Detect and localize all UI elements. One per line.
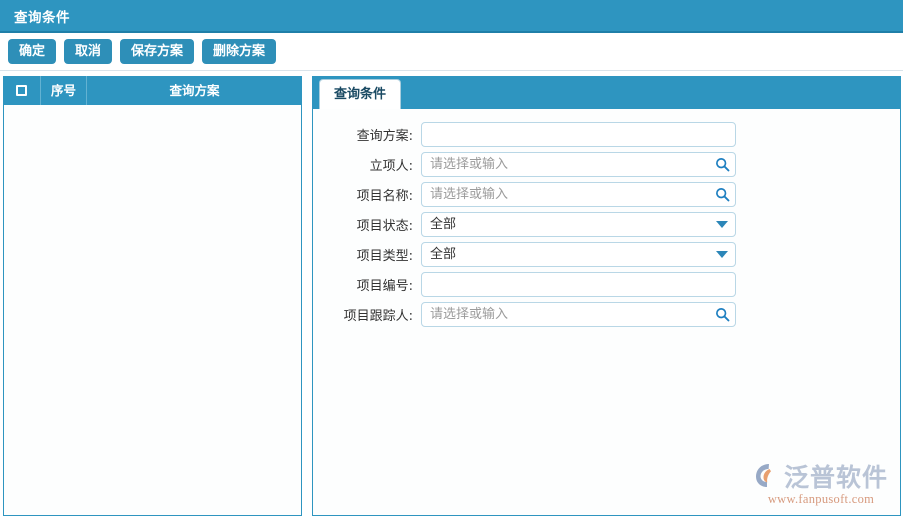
query-scheme-field-label: 查询方案: (323, 125, 421, 144)
form-row: 项目名称:请选择或输入 (313, 179, 900, 209)
scheme-list-panel: 序号 查询方案 (3, 76, 302, 516)
cancel-button[interactable]: 取消 (64, 39, 112, 64)
scheme-list-header: 序号 查询方案 (3, 76, 302, 105)
project-name-field-value[interactable]: 请选择或输入 (422, 183, 709, 206)
select-all-checkbox[interactable] (16, 85, 27, 96)
tab-query-condition[interactable]: 查询条件 (319, 79, 401, 109)
project-type-select-value[interactable]: 全部 (422, 243, 709, 266)
watermark-url-text: www.fanpusoft.com (754, 492, 888, 507)
fanpu-logo-icon (754, 462, 784, 493)
project-code-field[interactable] (421, 272, 736, 297)
project-tracker-field-label: 项目跟踪人: (323, 305, 421, 324)
initiator-field-label: 立项人: (323, 155, 421, 174)
scheme-list-body[interactable] (3, 105, 302, 516)
initiator-field-value[interactable]: 请选择或输入 (422, 153, 709, 176)
watermark-brand-text: 泛普软件 (784, 464, 888, 492)
page-title: 查询条件 (14, 6, 70, 26)
chevron-down-icon[interactable] (709, 251, 735, 258)
form-row: 查询方案: (313, 119, 900, 149)
search-icon[interactable] (709, 307, 735, 322)
search-icon[interactable] (709, 157, 735, 172)
form-row: 项目状态:全部 (313, 209, 900, 239)
project-name-field-label: 项目名称: (323, 185, 421, 204)
chevron-down-icon[interactable] (709, 221, 735, 228)
query-condition-form: 查询方案:立项人:请选择或输入项目名称:请选择或输入项目状态:全部项目类型:全部… (313, 109, 900, 515)
project-code-field-label: 项目编号: (323, 275, 421, 294)
form-row: 立项人:请选择或输入 (313, 149, 900, 179)
window-titlebar: 查询条件 (0, 0, 903, 33)
column-header-index: 序号 (41, 76, 87, 105)
toolbar: 确定取消保存方案删除方案 (0, 33, 903, 71)
search-icon[interactable] (709, 187, 735, 202)
save-scheme-button[interactable]: 保存方案 (120, 39, 194, 64)
watermark-brand-row: 泛普软件 (754, 462, 888, 493)
query-condition-panel: 查询条件 查询方案:立项人:请选择或输入项目名称:请选择或输入项目状态:全部项目… (312, 76, 901, 516)
select-all-cell (3, 76, 41, 105)
project-type-select[interactable]: 全部 (421, 242, 736, 267)
project-type-select-label: 项目类型: (323, 245, 421, 264)
initiator-field[interactable]: 请选择或输入 (421, 152, 736, 177)
project-status-select[interactable]: 全部 (421, 212, 736, 237)
column-header-scheme: 查询方案 (87, 76, 302, 105)
form-row: 项目编号: (313, 269, 900, 299)
delete-scheme-button[interactable]: 删除方案 (202, 39, 276, 64)
tabstrip: 查询条件 (313, 76, 900, 109)
project-status-select-value[interactable]: 全部 (422, 213, 709, 236)
project-status-select-label: 项目状态: (323, 215, 421, 234)
form-row: 项目跟踪人:请选择或输入 (313, 299, 900, 329)
project-tracker-field[interactable]: 请选择或输入 (421, 302, 736, 327)
form-row: 项目类型:全部 (313, 239, 900, 269)
project-tracker-field-value[interactable]: 请选择或输入 (422, 303, 709, 326)
query-scheme-field[interactable] (421, 122, 736, 147)
brand-watermark: 泛普软件 www.fanpusoft.com (754, 462, 888, 507)
project-name-field[interactable]: 请选择或输入 (421, 182, 736, 207)
main-content: 序号 查询方案 查询条件 查询方案:立项人:请选择或输入项目名称:请选择或输入项… (0, 71, 903, 516)
confirm-button[interactable]: 确定 (8, 39, 56, 64)
